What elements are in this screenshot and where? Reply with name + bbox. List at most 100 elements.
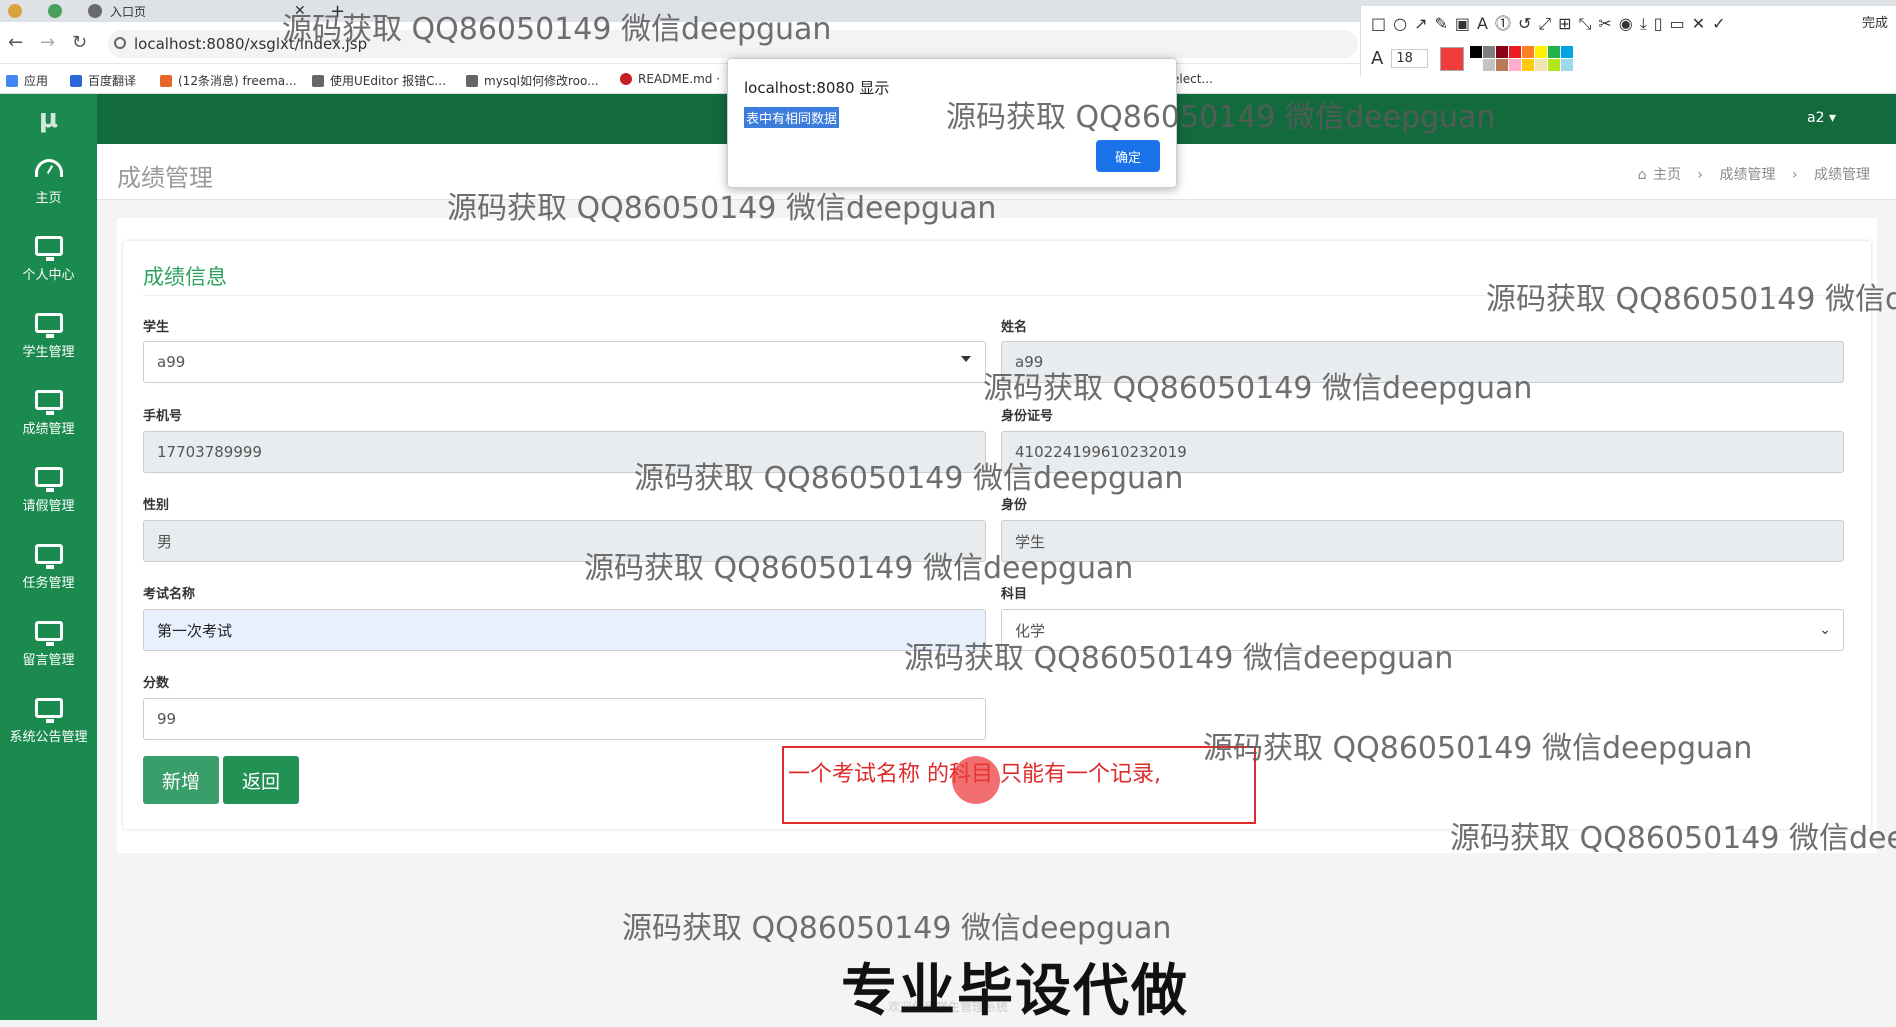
color-palette[interactable] <box>1469 46 1573 71</box>
font-size-select[interactable]: 18 <box>1391 49 1428 68</box>
color-swatch[interactable] <box>1495 46 1508 58</box>
score-input[interactable]: 99 <box>143 698 986 740</box>
dashboard-icon <box>34 159 63 177</box>
sidebar-item-messages[interactable]: 留言管理 <box>0 606 97 683</box>
color-swatch[interactable] <box>1521 46 1534 58</box>
sidebar-item-leave[interactable]: 请假管理 <box>0 452 97 529</box>
close-tab-icon[interactable]: ✕ <box>294 0 306 22</box>
tool-options: A 18 <box>1371 46 1573 71</box>
color-swatch[interactable] <box>1482 59 1495 71</box>
exam-input[interactable]: 第一次考试 <box>143 609 986 651</box>
back-icon[interactable]: ← <box>8 32 23 53</box>
identity-label: 身份 <box>1001 498 1028 513</box>
color-swatch[interactable] <box>1547 46 1560 58</box>
apps-grid-icon <box>6 74 18 87</box>
score-label: 分数 <box>143 676 170 691</box>
bookmark-item[interactable]: (12条消息) freema... <box>160 72 297 89</box>
phone-value: 17703789999 <box>157 443 262 461</box>
new-tab-icon[interactable]: + <box>330 0 345 22</box>
sidebar-item-grades[interactable]: 成绩管理 <box>0 375 97 452</box>
breadcrumb: ⌂ 主页 › 成绩管理 › 成绩管理 <box>1638 164 1876 184</box>
subject-select[interactable]: 化学 ⌄ <box>1001 609 1844 651</box>
color-swatch[interactable] <box>1508 59 1521 71</box>
sidebar: μ 主页 个人中心 学生管理 成绩管理 请假管理 任务管理 留言管理 系统公告管… <box>0 94 97 1020</box>
bookmark-apps[interactable]: 应用 <box>6 72 48 89</box>
url-field[interactable]: localhost:8080/xsglxt/index.jsp <box>108 30 1358 58</box>
annotation-tools[interactable]: □○↗✎▣A⓵↺⤢⊞⤡✂◉⤓▯▭✕✓ <box>1371 10 1733 34</box>
dialog-title: localhost:8080 显示 <box>744 79 890 97</box>
idcard-field: 410224199610232019 <box>1001 431 1844 473</box>
identity-value: 学生 <box>1015 532 1046 551</box>
color-swatch[interactable] <box>1521 59 1534 71</box>
home-icon: ⌂ <box>1637 167 1647 183</box>
color-swatch[interactable] <box>1469 46 1482 58</box>
sidebar-item-tasks[interactable]: 任务管理 <box>0 529 97 606</box>
breadcrumb-grades[interactable]: 成绩管理 <box>1719 167 1775 183</box>
phone-field: 17703789999 <box>143 431 986 473</box>
name-value: a99 <box>1015 353 1044 371</box>
exam-label: 考试名称 <box>143 587 196 602</box>
bookmark-item[interactable]: mysql如何修改roo... <box>466 72 599 89</box>
sidebar-item-profile[interactable]: 个人中心 <box>0 221 97 298</box>
bookmark-item[interactable]: elect... <box>1172 72 1213 86</box>
sidebar-item-announcements[interactable]: 系统公告管理 <box>0 683 97 760</box>
info-icon <box>114 37 126 49</box>
exam-value: 第一次考试 <box>157 621 233 640</box>
back-button[interactable]: 返回 <box>223 756 299 804</box>
font-size-icon: A <box>1371 48 1384 69</box>
subject-label: 科目 <box>1001 587 1028 602</box>
page-title: 成绩管理 <box>117 164 213 192</box>
browser-tab-2[interactable] <box>48 0 70 22</box>
color-swatch[interactable] <box>1495 59 1508 71</box>
monitor-icon <box>34 544 63 569</box>
divider <box>143 295 1851 296</box>
breadcrumb-current: 成绩管理 <box>1814 167 1870 183</box>
subject-value: 化学 <box>1015 621 1046 640</box>
monitor-icon <box>34 698 63 723</box>
browser-tab-1[interactable] <box>8 0 30 22</box>
sidebar-item-students[interactable]: 学生管理 <box>0 298 97 375</box>
color-swatch[interactable] <box>1534 59 1547 71</box>
chrome-icon <box>8 4 22 18</box>
cursor-highlight <box>952 756 1000 804</box>
done-button[interactable]: 完成 <box>1862 12 1888 31</box>
breadcrumb-home[interactable]: 主页 <box>1653 167 1681 183</box>
idcard-label: 身份证号 <box>1001 409 1054 424</box>
bookmark-item[interactable]: README.md · <box>620 72 720 86</box>
bookmark-item[interactable]: 使用UEditor 报错C... <box>312 72 446 89</box>
monitor-icon <box>34 467 63 492</box>
forward-icon[interactable]: → <box>40 32 55 53</box>
color-swatch[interactable] <box>1547 59 1560 71</box>
add-button[interactable]: 新增 <box>143 756 219 804</box>
reload-icon[interactable]: ↻ <box>72 32 87 53</box>
color-swatch[interactable] <box>1534 46 1547 58</box>
annotation-box: 一个考试名称 的科目 只能有一个记录, <box>782 746 1256 824</box>
chrome-icon <box>48 4 62 18</box>
bookmark-item[interactable]: 百度翻译 <box>70 72 136 89</box>
user-menu[interactable]: a2 ▾ <box>1807 110 1836 126</box>
color-swatch[interactable] <box>1469 59 1482 71</box>
color-swatch[interactable] <box>1560 59 1573 71</box>
color-swatch[interactable] <box>1508 46 1521 58</box>
alert-dialog: localhost:8080 显示 表中有相同数据 确定 <box>727 58 1177 188</box>
student-select[interactable]: a99 <box>143 341 986 383</box>
color-swatch[interactable] <box>1560 46 1573 58</box>
caret-down-icon <box>961 356 971 362</box>
dialog-message: 表中有相同数据 <box>744 107 840 128</box>
dialog-ok-button[interactable]: 确定 <box>1096 140 1160 172</box>
gitee-icon <box>620 73 632 85</box>
browser-tab-active[interactable]: 入口页 <box>88 0 146 22</box>
gender-field: 男 <box>143 520 986 562</box>
screenshot-toolbar: □○↗✎▣A⓵↺⤢⊞⤡✂◉⤓▯▭✕✓ A 18 完成 <box>1360 6 1896 76</box>
csdn-icon <box>160 74 172 87</box>
chevron-down-icon: ⌄ <box>1819 622 1831 638</box>
sidebar-item-home[interactable]: 主页 <box>0 144 97 221</box>
name-field: a99 <box>1001 341 1844 383</box>
student-label: 学生 <box>143 320 170 335</box>
name-label: 姓名 <box>1001 320 1028 335</box>
color-swatch[interactable] <box>1482 46 1495 58</box>
card-title: 成绩信息 <box>143 265 227 289</box>
site-icon <box>466 74 478 87</box>
translate-icon <box>70 74 82 87</box>
current-color-swatch[interactable] <box>1439 46 1464 71</box>
